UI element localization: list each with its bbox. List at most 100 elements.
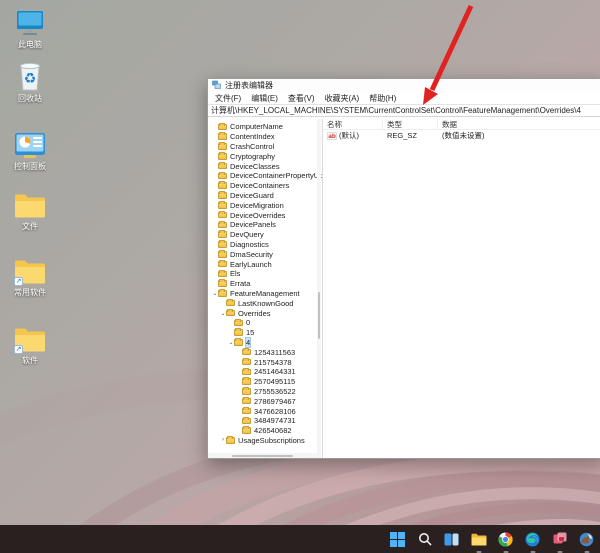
paint-app-button[interactable] bbox=[576, 529, 597, 550]
tree-item-0[interactable]: 0 bbox=[208, 318, 316, 328]
tree-item-label: CrashControl bbox=[230, 142, 274, 151]
desktop-icon-control-panel[interactable]: 控制面板 bbox=[2, 130, 58, 171]
tree-item-2755536522[interactable]: 2755536522 bbox=[208, 387, 316, 397]
menu-item-0[interactable]: 文件(F) bbox=[210, 93, 246, 104]
tree-item-ComputerName[interactable]: ComputerName bbox=[208, 122, 316, 132]
tree-item-DeviceContainerPropertyUpda[interactable]: DeviceContainerPropertyUpda bbox=[208, 171, 316, 181]
running-indicator bbox=[584, 551, 589, 553]
start-button[interactable] bbox=[387, 529, 408, 550]
tree-vertical-scrollbar[interactable] bbox=[317, 119, 321, 458]
window-titlebar[interactable]: 注册表编辑器 bbox=[208, 79, 600, 92]
column-header-name[interactable]: 名称 bbox=[323, 119, 383, 129]
menu-item-4[interactable]: 帮助(H) bbox=[364, 93, 401, 104]
scrollbar-thumb[interactable] bbox=[232, 455, 293, 457]
menu-item-3[interactable]: 收藏夹(A) bbox=[320, 93, 365, 104]
folder-icon bbox=[218, 143, 227, 150]
tree-item-2451464331[interactable]: 2451464331 bbox=[208, 367, 316, 377]
tree-item-426540682[interactable]: 426540682 bbox=[208, 426, 316, 436]
tree-item-DeviceMigration[interactable]: DeviceMigration bbox=[208, 200, 316, 210]
tree-item-LastKnownGood[interactable]: LastKnownGood bbox=[208, 298, 316, 308]
tree-item-CrashControl[interactable]: CrashControl bbox=[208, 142, 316, 152]
desktop-icon-this-pc[interactable]: 此电脑 bbox=[2, 8, 58, 49]
search-button[interactable] bbox=[414, 529, 435, 550]
tree-item-DeviceContainers[interactable]: DeviceContainers bbox=[208, 181, 316, 191]
tree-item-215754378[interactable]: 215754378 bbox=[208, 357, 316, 367]
folder-icon bbox=[218, 251, 227, 258]
desktop-icon-label: 控制面板 bbox=[14, 162, 46, 171]
window-title: 注册表编辑器 bbox=[225, 80, 273, 91]
tree-item-1254311563[interactable]: 1254311563 bbox=[208, 347, 316, 357]
shortcut-arrow-icon: ↗ bbox=[14, 345, 23, 354]
tree-item-DeviceGuard[interactable]: DeviceGuard bbox=[208, 191, 316, 201]
folder-icon bbox=[218, 182, 227, 189]
folder-icon bbox=[218, 124, 227, 131]
folder-icon bbox=[218, 133, 227, 140]
tree-item-DevicePanels[interactable]: DevicePanels bbox=[208, 220, 316, 230]
tree-item-label: UsageSubscriptions bbox=[238, 436, 305, 445]
value-data-cell: (数值未设置) bbox=[438, 130, 600, 141]
tree-item-2570495115[interactable]: 2570495115 bbox=[208, 377, 316, 387]
folder-icon bbox=[226, 437, 235, 444]
search-icon bbox=[418, 532, 432, 546]
edge-button[interactable] bbox=[522, 529, 543, 550]
column-header-type[interactable]: 类型 bbox=[383, 119, 438, 129]
tree-item-UsageSubscriptions[interactable]: ›UsageSubscriptions bbox=[208, 436, 316, 446]
list-header: 名称 类型 数据 bbox=[323, 119, 600, 130]
tree-item-label: EarlyLaunch bbox=[230, 260, 272, 269]
folder-icon bbox=[218, 192, 227, 199]
tree-item-15[interactable]: 15 bbox=[208, 328, 316, 338]
tree-item-label: FeatureManagement bbox=[230, 289, 300, 298]
desktop-icon-recycle-bin[interactable]: ♻ 回收站 bbox=[2, 62, 58, 103]
column-header-data[interactable]: 数据 bbox=[438, 119, 600, 129]
desktop-icon-label: 此电脑 bbox=[18, 40, 42, 49]
running-indicator bbox=[557, 551, 562, 553]
tree-item-label: 2755536522 bbox=[254, 387, 296, 396]
tree-item-DeviceOverrides[interactable]: DeviceOverrides bbox=[208, 210, 316, 220]
folder-icon bbox=[226, 310, 235, 317]
tree-item-Diagnostics[interactable]: Diagnostics bbox=[208, 240, 316, 250]
folder-icon bbox=[242, 378, 251, 385]
folder-icon bbox=[242, 418, 251, 425]
scrollbar-thumb[interactable] bbox=[318, 292, 320, 339]
registry-value-row[interactable]: ab (默认) REG_SZ (数值未设置) bbox=[323, 130, 600, 141]
tree-item-Overrides[interactable]: ⌄Overrides bbox=[208, 308, 316, 318]
folder-icon bbox=[242, 408, 251, 415]
tree-horizontal-scrollbar[interactable] bbox=[208, 453, 317, 458]
registry-app-icon bbox=[212, 80, 221, 91]
desktop-icon-folder-3[interactable]: ↗ 软件 bbox=[2, 324, 58, 365]
file-explorer-icon bbox=[471, 533, 487, 546]
folder-icon bbox=[242, 388, 251, 395]
photos-app-button[interactable] bbox=[549, 529, 570, 550]
tree-item-DmaSecurity[interactable]: DmaSecurity bbox=[208, 249, 316, 259]
tree-item-Cryptography[interactable]: Cryptography bbox=[208, 151, 316, 161]
tree-item-EarlyLaunch[interactable]: EarlyLaunch bbox=[208, 259, 316, 269]
paint-app-icon bbox=[579, 532, 594, 547]
file-explorer-button[interactable] bbox=[468, 529, 489, 550]
chrome-button[interactable] bbox=[495, 529, 516, 550]
tree-item-Errata[interactable]: Errata bbox=[208, 279, 316, 289]
tree-item-label: Diagnostics bbox=[230, 240, 269, 249]
desktop-icon-folder-1[interactable]: 文件 bbox=[2, 190, 58, 231]
tree-item-label: Els bbox=[230, 269, 240, 278]
folder-icon bbox=[242, 369, 251, 376]
menu-item-2[interactable]: 查看(V) bbox=[283, 93, 320, 104]
tree-item-3484974731[interactable]: 3484974731 bbox=[208, 416, 316, 426]
address-bar[interactable]: 计算机\HKEY_LOCAL_MACHINE\SYSTEM\CurrentCon… bbox=[208, 104, 600, 117]
tree-item-DevQuery[interactable]: DevQuery bbox=[208, 230, 316, 240]
value-name: (默认) bbox=[339, 130, 359, 141]
tree-item-4[interactable]: ⌄4 bbox=[208, 338, 316, 348]
desktop-icon-folder-2[interactable]: ↗ 常用软件 bbox=[2, 256, 58, 297]
menu-item-1[interactable]: 编辑(E) bbox=[246, 93, 283, 104]
tree-item-ContentIndex[interactable]: ContentIndex bbox=[208, 132, 316, 142]
folder-icon bbox=[242, 427, 251, 434]
tree-item-3476628106[interactable]: 3476628106 bbox=[208, 406, 316, 416]
running-indicator bbox=[503, 551, 508, 553]
tree-item-label: 1254311563 bbox=[254, 348, 295, 357]
tree-item-2786979467[interactable]: 2786979467 bbox=[208, 396, 316, 406]
tree-item-DeviceClasses[interactable]: DeviceClasses bbox=[208, 161, 316, 171]
tree-item-Els[interactable]: Els bbox=[208, 269, 316, 279]
tree-item-FeatureManagement[interactable]: ⌄FeatureManagement bbox=[208, 289, 316, 299]
task-view-button[interactable] bbox=[441, 529, 462, 550]
folder-icon bbox=[234, 339, 243, 346]
tree-item-label: Overrides bbox=[238, 309, 271, 318]
